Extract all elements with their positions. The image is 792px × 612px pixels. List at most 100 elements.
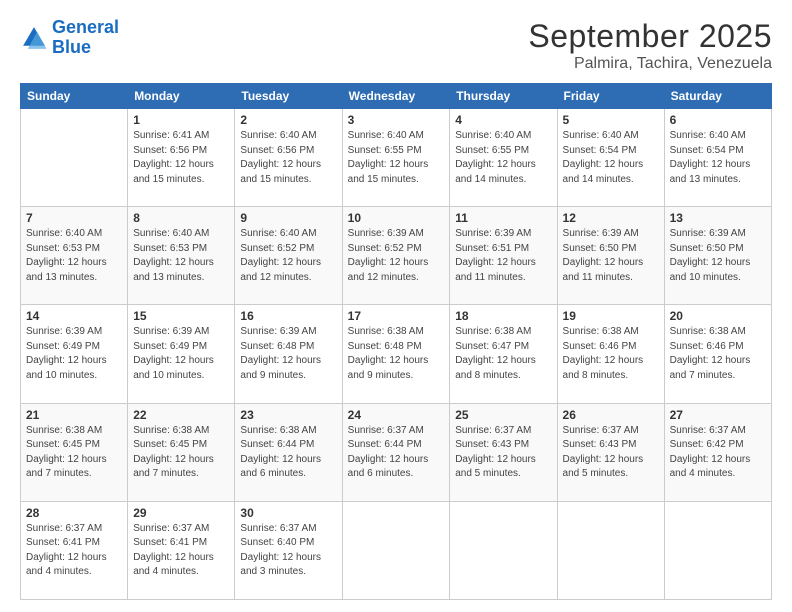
day-number: 18: [455, 309, 551, 323]
calendar-cell: [557, 501, 664, 599]
calendar-cell: 12Sunrise: 6:39 AM Sunset: 6:50 PM Dayli…: [557, 207, 664, 305]
day-info: Sunrise: 6:39 AM Sunset: 6:52 PM Dayligh…: [348, 227, 445, 285]
calendar-cell: 28Sunrise: 6:37 AM Sunset: 6:41 PM Dayli…: [21, 501, 128, 599]
calendar-cell: 23Sunrise: 6:38 AM Sunset: 6:44 PM Dayli…: [235, 403, 342, 501]
calendar-cell: [450, 501, 557, 599]
day-info: Sunrise: 6:38 AM Sunset: 6:45 PM Dayligh…: [26, 424, 122, 482]
calendar-cell: 3 Sunrise: 6:40 AM Sunset: 6:55 PM Daylig…: [342, 109, 450, 207]
calendar-cell: 18 Sunrise: 6:38 AM Sunset: 6:47 PM Dayli…: [450, 305, 557, 403]
day-info: Sunrise: 6:37 AM Sunset: 6:40 PM Dayligh…: [240, 522, 336, 580]
day-number: 25: [455, 408, 551, 422]
calendar-cell: 13Sunrise: 6:39 AM Sunset: 6:50 PM Dayli…: [664, 207, 771, 305]
day-number: 1: [133, 113, 229, 127]
day-info: Sunrise: 6:40 AM Sunset: 6:54 PM Dayligh…: [563, 129, 659, 187]
calendar-week-row: 21 Sunrise: 6:38 AM Sunset: 6:45 PM Dayli…: [21, 403, 772, 501]
calendar-cell: 21 Sunrise: 6:38 AM Sunset: 6:45 PM Dayli…: [21, 403, 128, 501]
page: General Blue September 2025 Palmira, Tac…: [0, 0, 792, 612]
weekday-header: Friday: [557, 84, 664, 109]
calendar-header-row: SundayMondayTuesdayWednesdayThursdayFrid…: [21, 84, 772, 109]
day-number: 8: [133, 211, 229, 225]
title-block: September 2025 Palmira, Tachira, Venezue…: [528, 18, 772, 73]
day-info: Sunrise: 6:40 AM Sunset: 6:53 PM Dayligh…: [26, 227, 122, 285]
calendar-cell: 6Sunrise: 6:40 AM Sunset: 6:54 PM Daylig…: [664, 109, 771, 207]
day-info: Sunrise: 6:37 AM Sunset: 6:41 PM Dayligh…: [26, 522, 122, 580]
day-info: Sunrise: 6:40 AM Sunset: 6:55 PM Dayligh…: [348, 129, 445, 187]
calendar-cell: 17 Sunrise: 6:38 AM Sunset: 6:48 PM Dayli…: [342, 305, 450, 403]
day-number: 26: [563, 408, 659, 422]
calendar-cell: 1Sunrise: 6:41 AM Sunset: 6:56 PM Daylig…: [128, 109, 235, 207]
day-info: Sunrise: 6:38 AM Sunset: 6:47 PM Dayligh…: [455, 325, 551, 383]
day-info: Sunrise: 6:40 AM Sunset: 6:56 PM Dayligh…: [240, 129, 336, 187]
weekday-header: Saturday: [664, 84, 771, 109]
day-info: Sunrise: 6:39 AM Sunset: 6:51 PM Dayligh…: [455, 227, 551, 285]
day-number: 2: [240, 113, 336, 127]
month-title: September 2025: [528, 18, 772, 55]
day-number: 14: [26, 309, 122, 323]
weekday-header: Monday: [128, 84, 235, 109]
calendar-cell: [342, 501, 450, 599]
logo: General Blue: [20, 18, 119, 58]
day-info: Sunrise: 6:38 AM Sunset: 6:46 PM Dayligh…: [563, 325, 659, 383]
calendar-week-row: 28Sunrise: 6:37 AM Sunset: 6:41 PM Dayli…: [21, 501, 772, 599]
calendar-cell: 20Sunrise: 6:38 AM Sunset: 6:46 PM Dayli…: [664, 305, 771, 403]
calendar-cell: 30 Sunrise: 6:37 AM Sunset: 6:40 PM Dayli…: [235, 501, 342, 599]
day-number: 17: [348, 309, 445, 323]
day-number: 19: [563, 309, 659, 323]
calendar-table: SundayMondayTuesdayWednesdayThursdayFrid…: [20, 83, 772, 600]
weekday-header: Thursday: [450, 84, 557, 109]
day-info: Sunrise: 6:39 AM Sunset: 6:49 PM Dayligh…: [26, 325, 122, 383]
calendar-cell: 16 Sunrise: 6:39 AM Sunset: 6:48 PM Dayli…: [235, 305, 342, 403]
day-info: Sunrise: 6:39 AM Sunset: 6:50 PM Dayligh…: [563, 227, 659, 285]
calendar-cell: 25 Sunrise: 6:37 AM Sunset: 6:43 PM Dayli…: [450, 403, 557, 501]
day-number: 9: [240, 211, 336, 225]
day-info: Sunrise: 6:38 AM Sunset: 6:48 PM Dayligh…: [348, 325, 445, 383]
calendar-week-row: 14 Sunrise: 6:39 AM Sunset: 6:49 PM Dayli…: [21, 305, 772, 403]
day-number: 15: [133, 309, 229, 323]
day-info: Sunrise: 6:39 AM Sunset: 6:49 PM Dayligh…: [133, 325, 229, 383]
calendar-cell: 8 Sunrise: 6:40 AM Sunset: 6:53 PM Daylig…: [128, 207, 235, 305]
calendar-cell: 5 Sunrise: 6:40 AM Sunset: 6:54 PM Daylig…: [557, 109, 664, 207]
day-number: 16: [240, 309, 336, 323]
day-info: Sunrise: 6:37 AM Sunset: 6:43 PM Dayligh…: [563, 424, 659, 482]
calendar-week-row: 1Sunrise: 6:41 AM Sunset: 6:56 PM Daylig…: [21, 109, 772, 207]
calendar-cell: 15 Sunrise: 6:39 AM Sunset: 6:49 PM Dayli…: [128, 305, 235, 403]
logo-text: General Blue: [52, 18, 119, 58]
day-info: Sunrise: 6:40 AM Sunset: 6:53 PM Dayligh…: [133, 227, 229, 285]
calendar-cell: 7 Sunrise: 6:40 AM Sunset: 6:53 PM Daylig…: [21, 207, 128, 305]
calendar-cell: 29 Sunrise: 6:37 AM Sunset: 6:41 PM Dayli…: [128, 501, 235, 599]
calendar-cell: 24Sunrise: 6:37 AM Sunset: 6:44 PM Dayli…: [342, 403, 450, 501]
day-info: Sunrise: 6:40 AM Sunset: 6:54 PM Dayligh…: [670, 129, 766, 187]
calendar-cell: 2 Sunrise: 6:40 AM Sunset: 6:56 PM Daylig…: [235, 109, 342, 207]
day-info: Sunrise: 6:39 AM Sunset: 6:48 PM Dayligh…: [240, 325, 336, 383]
calendar-cell: 26 Sunrise: 6:37 AM Sunset: 6:43 PM Dayli…: [557, 403, 664, 501]
calendar-cell: [664, 501, 771, 599]
calendar-cell: 10Sunrise: 6:39 AM Sunset: 6:52 PM Dayli…: [342, 207, 450, 305]
day-number: 30: [240, 506, 336, 520]
day-number: 3: [348, 113, 445, 127]
day-info: Sunrise: 6:37 AM Sunset: 6:42 PM Dayligh…: [670, 424, 766, 482]
day-info: Sunrise: 6:38 AM Sunset: 6:46 PM Dayligh…: [670, 325, 766, 383]
day-number: 4: [455, 113, 551, 127]
weekday-header: Sunday: [21, 84, 128, 109]
day-number: 11: [455, 211, 551, 225]
day-info: Sunrise: 6:37 AM Sunset: 6:41 PM Dayligh…: [133, 522, 229, 580]
calendar-cell: 11 Sunrise: 6:39 AM Sunset: 6:51 PM Dayli…: [450, 207, 557, 305]
calendar-cell: 14 Sunrise: 6:39 AM Sunset: 6:49 PM Dayli…: [21, 305, 128, 403]
header: General Blue September 2025 Palmira, Tac…: [20, 18, 772, 73]
calendar-cell: 22Sunrise: 6:38 AM Sunset: 6:45 PM Dayli…: [128, 403, 235, 501]
calendar-cell: 9Sunrise: 6:40 AM Sunset: 6:52 PM Daylig…: [235, 207, 342, 305]
calendar-week-row: 7 Sunrise: 6:40 AM Sunset: 6:53 PM Daylig…: [21, 207, 772, 305]
day-number: 27: [670, 408, 766, 422]
weekday-header: Wednesday: [342, 84, 450, 109]
day-number: 22: [133, 408, 229, 422]
calendar-cell: 27 Sunrise: 6:37 AM Sunset: 6:42 PM Dayli…: [664, 403, 771, 501]
logo-icon: [20, 24, 48, 52]
day-info: Sunrise: 6:38 AM Sunset: 6:44 PM Dayligh…: [240, 424, 336, 482]
day-info: Sunrise: 6:37 AM Sunset: 6:43 PM Dayligh…: [455, 424, 551, 482]
day-number: 7: [26, 211, 122, 225]
day-number: 5: [563, 113, 659, 127]
day-number: 24: [348, 408, 445, 422]
day-number: 21: [26, 408, 122, 422]
day-number: 29: [133, 506, 229, 520]
calendar-cell: 4Sunrise: 6:40 AM Sunset: 6:55 PM Daylig…: [450, 109, 557, 207]
